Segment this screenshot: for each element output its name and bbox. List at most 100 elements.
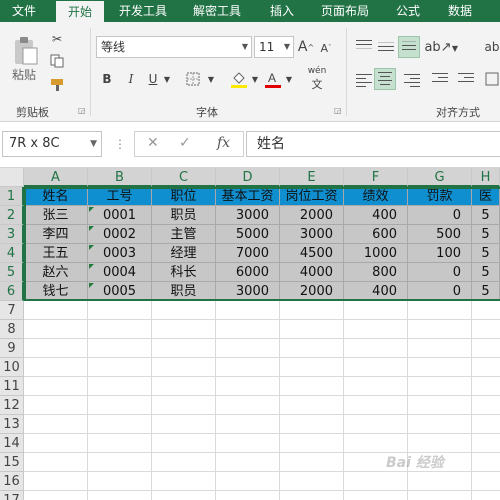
cell-g1[interactable]: 罚款 <box>408 187 472 206</box>
cell-h6[interactable]: 5 <box>472 282 500 301</box>
tab-insert[interactable]: 插入 <box>260 0 304 22</box>
cell-a5[interactable]: 赵六 <box>24 263 88 282</box>
cell-b1[interactable]: 工号 <box>88 187 152 206</box>
name-box[interactable]: 7R x 8C ▼ <box>2 131 102 157</box>
cell-d1[interactable]: 基本工资 <box>216 187 280 206</box>
row-header-10[interactable]: 10 <box>0 358 24 377</box>
row-header-1[interactable]: 1 <box>0 187 24 206</box>
phonetic-button[interactable]: wén 文 <box>304 66 330 92</box>
tab-decrypt[interactable]: 解密工具 <box>184 0 250 22</box>
cell-e5[interactable]: 4000 <box>280 263 344 282</box>
font-color-dropdown[interactable]: ▼ <box>284 72 294 86</box>
cell-e3[interactable]: 3000 <box>280 225 344 244</box>
clipboard-launcher-icon[interactable]: ◲ <box>78 106 86 115</box>
row-header-4[interactable]: 4 <box>0 244 24 263</box>
cell-g2[interactable]: 0 <box>408 206 472 225</box>
row-header-16[interactable]: 16 <box>0 472 24 491</box>
tab-developer[interactable]: 开发工具 <box>110 0 176 22</box>
row-header-14[interactable]: 14 <box>0 434 24 453</box>
cell-f1[interactable]: 绩效 <box>344 187 408 206</box>
cell-b6[interactable]: 0005 <box>88 282 152 301</box>
cell-b5[interactable]: 0004 <box>88 263 152 282</box>
tab-home[interactable]: 开始 <box>56 0 104 22</box>
align-middle-icon[interactable] <box>378 42 394 54</box>
italic-button[interactable]: I <box>122 70 140 88</box>
column-header-a[interactable]: A <box>24 168 88 187</box>
cell-c5[interactable]: 科长 <box>152 263 216 282</box>
insert-function-button[interactable]: fx <box>217 135 230 151</box>
paste-button[interactable] <box>10 34 40 68</box>
cell-b3[interactable]: 0002 <box>88 225 152 244</box>
cell-d3[interactable]: 5000 <box>216 225 280 244</box>
borders-dropdown[interactable]: ▼ <box>206 72 216 86</box>
row-header-13[interactable]: 13 <box>0 415 24 434</box>
check-icon[interactable]: ✓ <box>179 135 191 151</box>
cell-h2[interactable]: 5 <box>472 206 500 225</box>
cell-b2[interactable]: 0001 <box>88 206 152 225</box>
tab-file[interactable]: 文件 <box>0 0 48 22</box>
grow-font-button[interactable]: A ^ <box>298 38 314 56</box>
borders-button[interactable] <box>182 70 204 88</box>
row-header-3[interactable]: 3 <box>0 225 24 244</box>
font-size-select[interactable]: 11 ▼ <box>254 36 294 58</box>
shrink-font-button[interactable]: Aˇ <box>318 40 334 56</box>
select-all-corner[interactable] <box>0 168 24 187</box>
row-header-2[interactable]: 2 <box>0 206 24 225</box>
row-header-8[interactable]: 8 <box>0 320 24 339</box>
cell-e6[interactable]: 2000 <box>280 282 344 301</box>
cell-g5[interactable]: 0 <box>408 263 472 282</box>
cell-h4[interactable]: 5 <box>472 244 500 263</box>
cell-c4[interactable]: 经理 <box>152 244 216 263</box>
column-header-b[interactable]: B <box>88 168 152 187</box>
cell-h1[interactable]: 医 <box>472 187 500 206</box>
align-left-icon[interactable] <box>356 74 372 90</box>
cell-g4[interactable]: 100 <box>408 244 472 263</box>
tab-page-layout[interactable]: 页面布局 <box>312 0 378 22</box>
cell-c1[interactable]: 职位 <box>152 187 216 206</box>
font-name-select[interactable]: 等线 ▼ <box>96 36 252 58</box>
formula-input[interactable]: 姓名 <box>246 131 500 157</box>
fill-color-dropdown[interactable]: ▼ <box>250 72 260 86</box>
column-header-g[interactable]: G <box>408 168 472 187</box>
decrease-indent-button[interactable] <box>430 70 450 88</box>
column-header-d[interactable]: D <box>216 168 280 187</box>
cell-f4[interactable]: 1000 <box>344 244 408 263</box>
wrap-text-button[interactable]: ab <box>484 38 500 56</box>
column-header-c[interactable]: C <box>152 168 216 187</box>
align-center-button[interactable] <box>374 68 396 90</box>
cell-d4[interactable]: 7000 <box>216 244 280 263</box>
cut-button[interactable]: ✂ <box>48 30 66 48</box>
cell-f6[interactable]: 400 <box>344 282 408 301</box>
column-header-h[interactable]: H <box>472 168 500 187</box>
cell-h5[interactable]: 5 <box>472 263 500 282</box>
cell-c2[interactable]: 职员 <box>152 206 216 225</box>
column-header-e[interactable]: E <box>280 168 344 187</box>
cell-a2[interactable]: 张三 <box>24 206 88 225</box>
font-color-button[interactable]: A <box>262 68 284 90</box>
row-header-5[interactable]: 5 <box>0 263 24 282</box>
underline-dropdown[interactable]: ▼ <box>162 72 172 86</box>
row-header-17[interactable]: 17 <box>0 491 24 500</box>
underline-button[interactable]: U <box>144 70 162 88</box>
cell-e4[interactable]: 4500 <box>280 244 344 263</box>
row-header-6[interactable]: 6 <box>0 282 24 301</box>
cell-e2[interactable]: 2000 <box>280 206 344 225</box>
row-header-12[interactable]: 12 <box>0 396 24 415</box>
tab-data[interactable]: 数据 <box>438 0 482 22</box>
orientation-button[interactable]: ab↗ <box>424 38 451 56</box>
cell-g6[interactable]: 0 <box>408 282 472 301</box>
cell-f5[interactable]: 800 <box>344 263 408 282</box>
copy-button[interactable] <box>48 52 66 70</box>
cell-f3[interactable]: 600 <box>344 225 408 244</box>
cell-e1[interactable]: 岗位工资 <box>280 187 344 206</box>
format-painter-button[interactable] <box>48 76 72 94</box>
cell-a6[interactable]: 钱七 <box>24 282 88 301</box>
cell-c3[interactable]: 主管 <box>152 225 216 244</box>
cell-a3[interactable]: 李四 <box>24 225 88 244</box>
row-header-11[interactable]: 11 <box>0 377 24 396</box>
cell-a1[interactable]: 姓名 <box>24 187 88 206</box>
cell-f2[interactable]: 400 <box>344 206 408 225</box>
cancel-icon[interactable]: ✕ <box>147 135 159 151</box>
column-header-f[interactable]: F <box>344 168 408 187</box>
cell-d6[interactable]: 3000 <box>216 282 280 301</box>
